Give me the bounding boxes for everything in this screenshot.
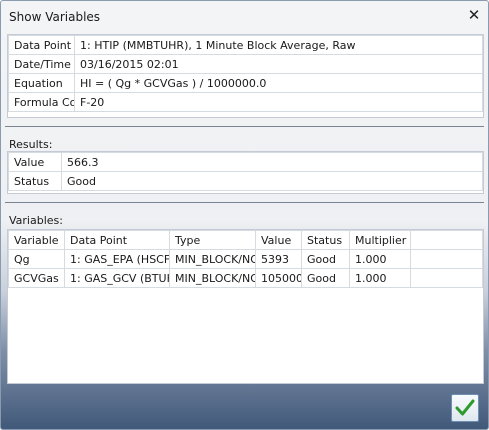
- cell-value: 105000: [255, 268, 302, 288]
- cell-multiplier: 1.000: [349, 268, 411, 288]
- close-icon[interactable]: ✕: [467, 7, 481, 23]
- results-table: Value 566.3 Status Good: [8, 152, 483, 191]
- cell-status: Good: [301, 249, 350, 269]
- info-label: Data Point: [8, 35, 75, 55]
- table-row[interactable]: Qg 1: GAS_EPA (HSCF) MIN_BLOCK/NONE 5393…: [8, 249, 483, 269]
- cell-filler: [410, 268, 483, 288]
- info-value: 03/16/2015 02:01: [74, 54, 483, 74]
- column-header-value[interactable]: Value: [255, 230, 302, 250]
- results-row-status: Status Good: [8, 171, 483, 191]
- info-row-data-point: Data Point 1: HTIP (MMBTUHR), 1 Minute B…: [8, 35, 483, 55]
- column-header-variable[interactable]: Variable: [8, 230, 65, 250]
- info-table: Data Point 1: HTIP (MMBTUHR), 1 Minute B…: [8, 35, 483, 112]
- cell-type: MIN_BLOCK/NONE: [169, 268, 256, 288]
- checkmark-icon: [455, 399, 475, 416]
- results-value: Good: [61, 171, 483, 191]
- info-panel: Data Point 1: HTIP (MMBTUHR), 1 Minute B…: [7, 34, 484, 118]
- cell-status: Good: [301, 268, 350, 288]
- results-value: 566.3: [61, 152, 483, 172]
- cell-multiplier: 1.000: [349, 249, 411, 269]
- show-variables-dialog: Show Variables ✕ Data Point 1: HTIP (MMB…: [0, 0, 489, 430]
- separator: [5, 202, 484, 203]
- info-value: 1: HTIP (MMBTUHR), 1 Minute Block Averag…: [74, 35, 483, 55]
- column-header-data-point[interactable]: Data Point: [64, 230, 170, 250]
- cell-value: 5393: [255, 249, 302, 269]
- cell-data-point: 1: GAS_EPA (HSCF): [64, 249, 170, 269]
- info-value: F-20: [74, 92, 483, 112]
- cell-data-point: 1: GAS_GCV (BTUHSCF): [64, 268, 170, 288]
- column-header-multiplier[interactable]: Multiplier: [349, 230, 411, 250]
- variables-heading: Variables:: [9, 214, 63, 227]
- info-label: Equation: [8, 73, 75, 93]
- cell-filler: [410, 249, 483, 269]
- results-label: Value: [8, 152, 62, 172]
- column-header-filler: [410, 230, 483, 250]
- info-label: Formula Code: [8, 92, 75, 112]
- cell-variable: Qg: [8, 249, 65, 269]
- info-row-equation: Equation HI = ( Qg * GCVGas ) / 1000000.…: [8, 73, 483, 93]
- info-row-formula-code: Formula Code F-20: [8, 92, 483, 112]
- variables-table: Variable Data Point Type Value Status Mu…: [8, 230, 483, 288]
- cell-variable: GCVGas: [8, 268, 65, 288]
- info-row-date-time: Date/Time 03/16/2015 02:01: [8, 54, 483, 74]
- ok-button[interactable]: [451, 394, 479, 422]
- info-value: HI = ( Qg * GCVGas ) / 1000000.0: [74, 73, 483, 93]
- info-label: Date/Time: [8, 54, 75, 74]
- results-panel: Value 566.3 Status Good: [7, 151, 484, 194]
- table-row[interactable]: GCVGas 1: GAS_GCV (BTUHSCF) MIN_BLOCK/NO…: [8, 268, 483, 288]
- results-row-value: Value 566.3: [8, 152, 483, 172]
- dialog-title: Show Variables: [9, 10, 101, 24]
- results-heading: Results:: [9, 138, 53, 151]
- title-bar: Show Variables ✕: [1, 1, 488, 31]
- results-label: Status: [8, 171, 62, 191]
- column-header-status[interactable]: Status: [301, 230, 350, 250]
- column-header-type[interactable]: Type: [169, 230, 256, 250]
- variables-header-row: Variable Data Point Type Value Status Mu…: [8, 230, 483, 250]
- cell-type: MIN_BLOCK/NONE: [169, 249, 256, 269]
- separator: [5, 126, 484, 127]
- variables-grid[interactable]: Variable Data Point Type Value Status Mu…: [7, 229, 484, 384]
